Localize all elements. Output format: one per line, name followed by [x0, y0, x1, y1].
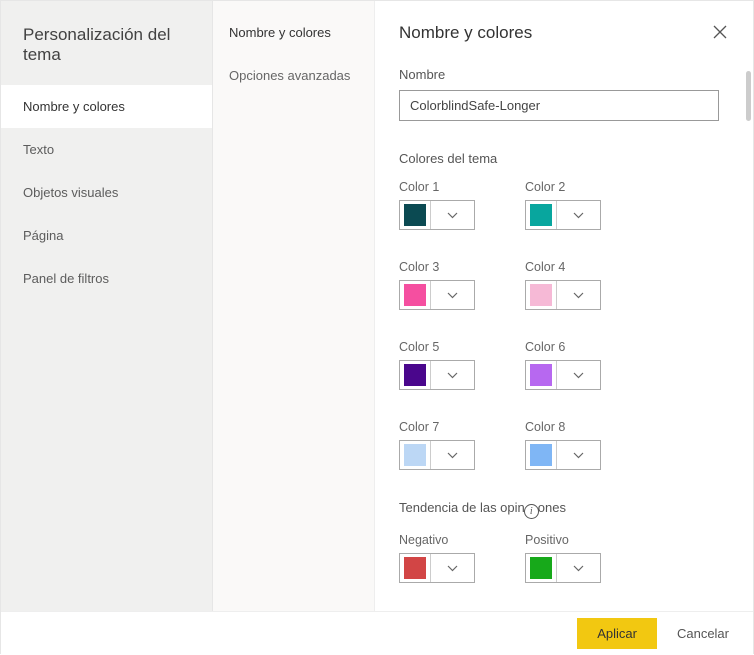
chevron-down-icon	[556, 201, 600, 229]
theme-color-picker-0[interactable]	[399, 200, 475, 230]
name-input[interactable]	[399, 90, 719, 121]
theme-color-label-7: Color 8	[525, 420, 607, 434]
theme-color-field-7: Color 8	[525, 420, 607, 470]
theme-colors-label: Colores del tema	[399, 151, 729, 166]
theme-color-picker-1[interactable]	[525, 200, 601, 230]
theme-color-field-2: Color 3	[399, 260, 481, 310]
sidebar-title: Personalización del tema	[1, 1, 212, 85]
sidebar-left: Personalización del tema Nombre y colore…	[1, 1, 213, 611]
mid-item-advanced[interactable]: Opciones avanzadas	[213, 56, 374, 99]
main-pane: Nombre y colores Nombre Colores del tema…	[375, 1, 753, 611]
scrollbar[interactable]	[746, 71, 751, 121]
chevron-down-icon	[430, 201, 474, 229]
chevron-down-icon	[556, 361, 600, 389]
theme-color-field-4: Color 5	[399, 340, 481, 390]
theme-color-label-4: Color 5	[399, 340, 481, 354]
sidebar-item-visuals[interactable]: Objetos visuales	[1, 171, 212, 214]
theme-color-label-5: Color 6	[525, 340, 607, 354]
opinion-color-field-1: Positivo	[525, 533, 607, 583]
theme-color-swatch-1	[530, 204, 552, 226]
cancel-button[interactable]: Cancelar	[673, 618, 733, 649]
close-icon[interactable]	[711, 23, 729, 45]
theme-colors-grid: Color 1 Color 2 Color 3 Color 4 Color 5 Color…	[399, 180, 729, 470]
theme-color-picker-6[interactable]	[399, 440, 475, 470]
theme-color-field-1: Color 2	[525, 180, 607, 230]
theme-color-label-0: Color 1	[399, 180, 481, 194]
sidebar-item-name-colors[interactable]: Nombre y colores	[1, 85, 212, 128]
theme-color-swatch-0	[404, 204, 426, 226]
theme-color-label-3: Color 4	[525, 260, 607, 274]
name-label: Nombre	[399, 67, 729, 82]
theme-color-field-3: Color 4	[525, 260, 607, 310]
mid-item-name-colors[interactable]: Nombre y colores	[213, 1, 374, 56]
opinion-color-label-0: Negativo	[399, 533, 481, 547]
theme-color-label-1: Color 2	[525, 180, 607, 194]
theme-color-picker-2[interactable]	[399, 280, 475, 310]
opinion-label-row: Tendencia de las opiniones	[399, 500, 729, 519]
sidebar-mid: Nombre y colores Opciones avanzadas	[213, 1, 375, 611]
chevron-down-icon	[430, 361, 474, 389]
theme-color-field-0: Color 1	[399, 180, 481, 230]
opinion-colors-grid: NegativoPositivoNeutro	[399, 533, 729, 611]
opinion-color-field-0: Negativo	[399, 533, 481, 583]
opinion-color-label-1: Positivo	[525, 533, 607, 547]
theme-color-field-5: Color 6	[525, 340, 607, 390]
chevron-down-icon	[430, 441, 474, 469]
theme-color-picker-5[interactable]	[525, 360, 601, 390]
opinion-color-swatch-0	[404, 557, 426, 579]
theme-color-swatch-4	[404, 364, 426, 386]
sidebar-item-filter-panel[interactable]: Panel de filtros	[1, 257, 212, 300]
theme-color-swatch-6	[404, 444, 426, 466]
sidebar-item-text[interactable]: Texto	[1, 128, 212, 171]
chevron-down-icon	[430, 281, 474, 309]
theme-color-picker-4[interactable]	[399, 360, 475, 390]
theme-color-swatch-5	[530, 364, 552, 386]
footer: Aplicar Cancelar	[1, 611, 753, 655]
opinion-color-picker-0[interactable]	[399, 553, 475, 583]
chevron-down-icon	[430, 554, 474, 582]
theme-color-swatch-2	[404, 284, 426, 306]
theme-color-label-2: Color 3	[399, 260, 481, 274]
chevron-down-icon	[556, 554, 600, 582]
opinion-color-swatch-1	[530, 557, 552, 579]
chevron-down-icon	[556, 281, 600, 309]
theme-color-label-6: Color 7	[399, 420, 481, 434]
opinion-color-picker-1[interactable]	[525, 553, 601, 583]
apply-button[interactable]: Aplicar	[577, 618, 657, 649]
opinion-trend-label: Tendencia de las opiniones	[399, 500, 566, 515]
info-icon[interactable]: i	[524, 504, 539, 519]
theme-color-picker-3[interactable]	[525, 280, 601, 310]
chevron-down-icon	[556, 441, 600, 469]
page-title: Nombre y colores	[399, 23, 532, 43]
theme-color-swatch-3	[530, 284, 552, 306]
theme-color-swatch-7	[530, 444, 552, 466]
theme-color-field-6: Color 7	[399, 420, 481, 470]
theme-color-picker-7[interactable]	[525, 440, 601, 470]
sidebar-item-page[interactable]: Página	[1, 214, 212, 257]
